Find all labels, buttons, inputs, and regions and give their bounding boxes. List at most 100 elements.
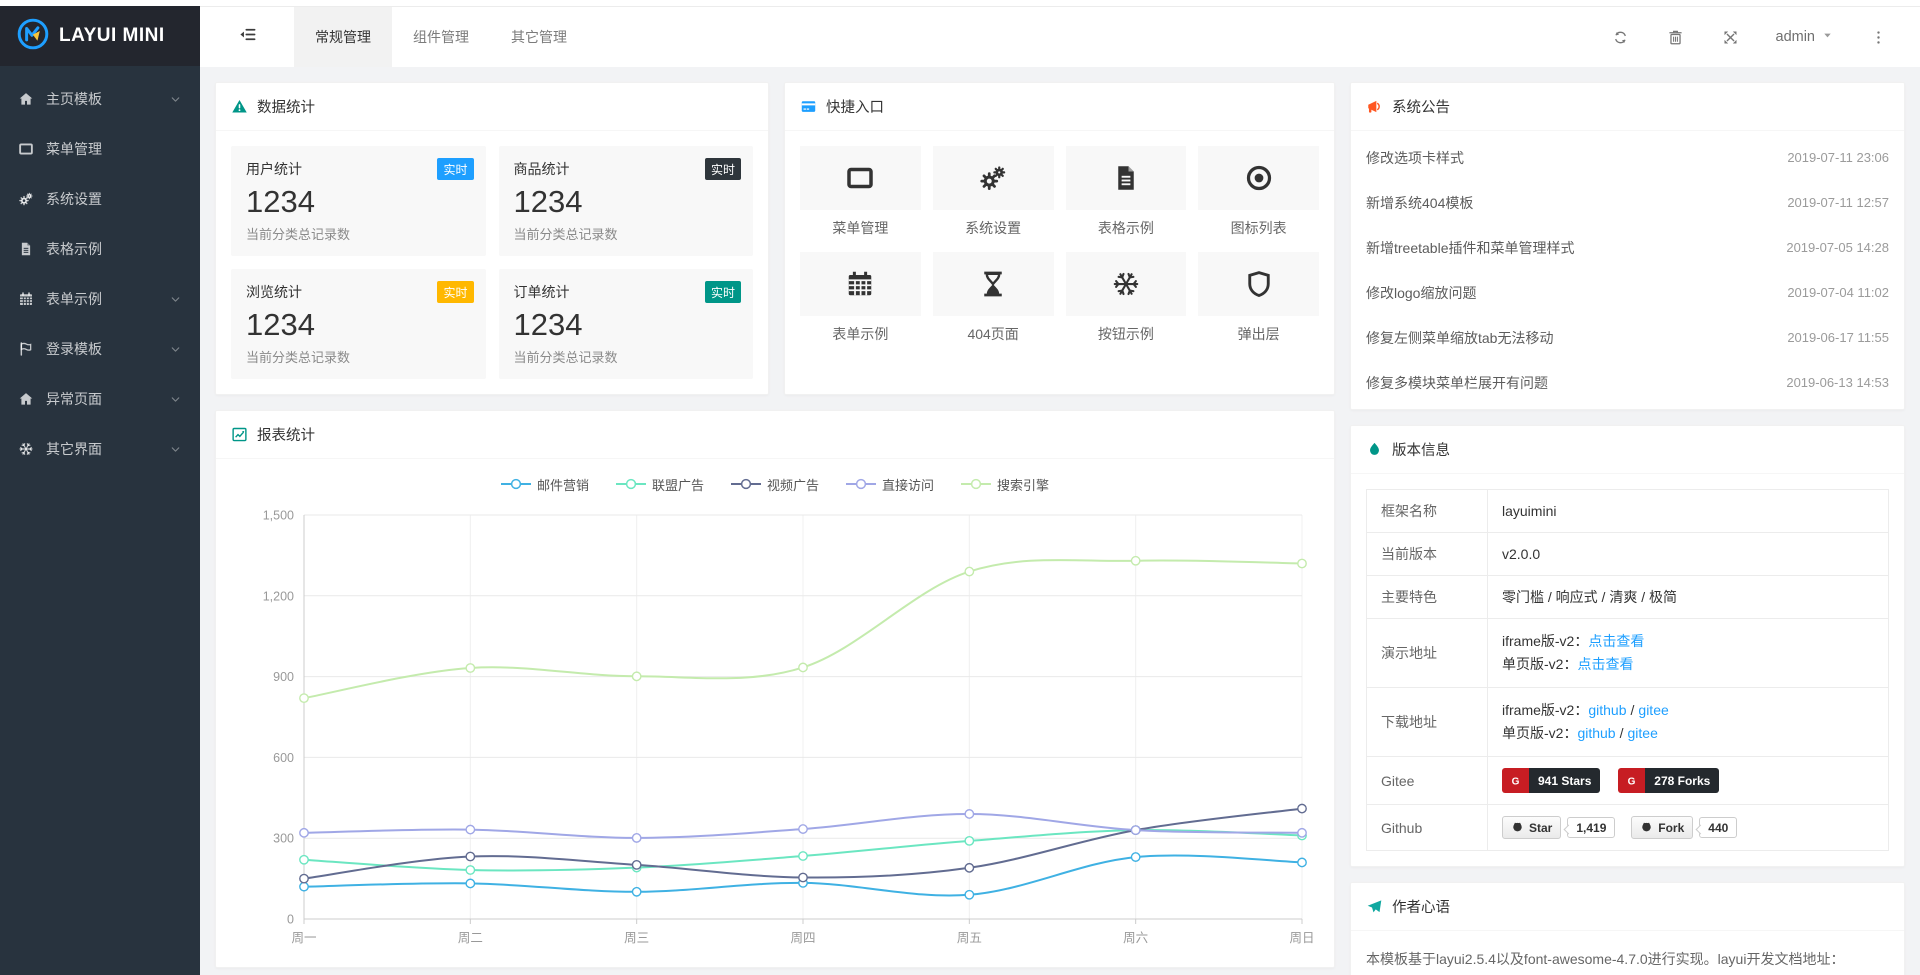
legend-marker-icon — [731, 477, 761, 491]
notice-item[interactable]: 修复左侧菜单缩放tab无法移动2019-06-17 11:55 — [1351, 315, 1904, 360]
flag-icon — [18, 341, 35, 358]
gitee-stars-badge[interactable]: G941 Stars — [1502, 768, 1600, 793]
demo-spa-link[interactable]: 点击查看 — [1577, 656, 1633, 672]
quick-entry[interactable]: 表格示例 — [1066, 146, 1187, 238]
layui-logo-icon — [16, 17, 50, 56]
sidebar-item[interactable]: 登录模板 — [0, 324, 200, 374]
notice-text: 修复左侧菜单缩放tab无法移动 — [1366, 328, 1553, 348]
download-gitee-link[interactable]: gitee — [1638, 702, 1668, 718]
svg-text:周一: 周一 — [291, 931, 316, 945]
version-table-wrap: 框架名称 layuimini 当前版本 v2.0.0 主要特色 零门槛 / 响应… — [1351, 474, 1904, 866]
paper-plane-icon — [1366, 898, 1383, 915]
sidebar-item[interactable]: 异常页面 — [0, 374, 200, 424]
shield-icon — [1198, 252, 1319, 316]
tab[interactable]: 组件管理 — [392, 7, 490, 67]
features: 零门槛 / 响应式 / 清爽 / 极简 — [1488, 576, 1889, 619]
quick-entry-panel: 快捷入口 菜单管理系统设置表格示例图标列表表单示例404页面按钮示例弹出层 — [784, 82, 1335, 395]
refresh-icon[interactable] — [1593, 29, 1648, 46]
quick-entry[interactable]: 404页面 — [933, 252, 1054, 344]
caret-down-icon — [1822, 29, 1833, 45]
chart-legend: 邮件营销 联盟广告 视频广告 直接访问 搜索引擎 — [216, 473, 1334, 495]
flame-icon — [1366, 441, 1383, 458]
more-kebab-icon[interactable] — [1851, 29, 1906, 46]
dot-circle-icon — [1198, 146, 1319, 210]
stat-card: 用户统计实时1234当前分类总记录数 — [231, 146, 486, 256]
svg-text:G: G — [1628, 776, 1636, 787]
download-github-link[interactable]: github — [1588, 702, 1626, 718]
notice-panel: 系统公告 修改选项卡样式2019-07-11 23:06新增系统404模板201… — [1350, 82, 1905, 410]
gitee-forks-badge[interactable]: G278 Forks — [1618, 768, 1719, 793]
panel-title: 作者心语 — [1392, 896, 1450, 917]
notice-item[interactable]: 新增treetable插件和菜单管理样式2019-07-05 14:28 — [1351, 225, 1904, 270]
notice-item[interactable]: 修改logo缩放问题2019-07-04 11:02 — [1351, 270, 1904, 315]
row-label: 框架名称 — [1367, 490, 1488, 533]
legend-marker-icon — [616, 477, 646, 491]
version-panel-header: 版本信息 — [1351, 426, 1904, 474]
realtime-badge: 实时 — [705, 158, 741, 180]
table-row: Gitee G941 Stars G278 Forks — [1367, 757, 1889, 805]
github-octocat-icon — [1511, 820, 1524, 836]
stat-desc: 当前分类总记录数 — [514, 224, 739, 243]
notice-panel-header: 系统公告 — [1351, 83, 1904, 131]
sidebar-item[interactable]: 系统设置 — [0, 174, 200, 224]
stat-value: 1234 — [514, 184, 739, 220]
framework-name: layuimini — [1488, 490, 1889, 533]
legend-item[interactable]: 联盟广告 — [616, 475, 704, 494]
main-area: 常规管理组件管理其它管理 admin 数据统计 — [200, 6, 1920, 975]
gears-icon — [933, 146, 1054, 210]
sidebar-item[interactable]: 表单示例 — [0, 274, 200, 324]
quick-entry[interactable]: 菜单管理 — [800, 146, 921, 238]
quick-entry[interactable]: 表单示例 — [800, 252, 921, 344]
legend-item[interactable]: 直接访问 — [846, 475, 934, 494]
sidebar-item[interactable]: 菜单管理 — [0, 124, 200, 174]
sidebar-item-label: 主页模板 — [46, 89, 102, 109]
sidebar-item[interactable]: 表格示例 — [0, 224, 200, 274]
realtime-badge: 实时 — [437, 281, 473, 303]
author-text: 本模板基于layui2.5.4以及font-awesome-4.7.0进行实现。… — [1351, 931, 1904, 975]
tab[interactable]: 其它管理 — [490, 7, 588, 67]
github-star-button[interactable]: Star1,419 — [1502, 816, 1615, 839]
notice-item[interactable]: 修复多模块菜单栏展开有问题2019-06-13 14:53 — [1351, 360, 1904, 405]
quick-entry-label: 系统设置 — [933, 218, 1054, 238]
fullscreen-expand-icon[interactable] — [1703, 29, 1758, 46]
tab[interactable]: 常规管理 — [294, 7, 392, 67]
clear-cache-trash-icon[interactable] — [1648, 29, 1703, 46]
logo: LAYUI MINI — [0, 6, 200, 66]
legend-item[interactable]: 搜索引擎 — [961, 475, 1049, 494]
stat-value: 1234 — [246, 307, 471, 343]
quick-entry[interactable]: 弹出层 — [1198, 252, 1319, 344]
github-fork-button[interactable]: Fork440 — [1631, 816, 1737, 839]
panel-title: 报表统计 — [257, 424, 315, 445]
download-github-link[interactable]: github — [1577, 725, 1615, 741]
sidebar: LAYUI MINI 主页模板菜单管理系统设置表格示例表单示例登录模板异常页面其… — [0, 6, 200, 975]
sidebar-item[interactable]: 主页模板 — [0, 74, 200, 124]
stat-desc: 当前分类总记录数 — [514, 347, 739, 366]
username: admin — [1776, 29, 1816, 45]
stat-desc: 当前分类总记录数 — [246, 224, 471, 243]
user-dropdown[interactable]: admin — [1758, 29, 1852, 45]
demo-iframe-link[interactable]: 点击查看 — [1588, 633, 1644, 649]
snowflake-icon — [1066, 252, 1187, 316]
svg-text:900: 900 — [273, 670, 294, 684]
quick-entry[interactable]: 系统设置 — [933, 146, 1054, 238]
indent-icon — [238, 25, 257, 49]
stats-cards: 用户统计实时1234当前分类总记录数商品统计实时1234当前分类总记录数浏览统计… — [216, 131, 768, 394]
notice-item[interactable]: 新增系统404模板2019-07-11 12:57 — [1351, 180, 1904, 225]
stat-value: 1234 — [514, 307, 739, 343]
content: 数据统计 用户统计实时1234当前分类总记录数商品统计实时1234当前分类总记录… — [200, 67, 1920, 975]
author-panel: 作者心语 本模板基于layui2.5.4以及font-awesome-4.7.0… — [1350, 882, 1905, 975]
collapse-sidebar-button[interactable] — [200, 7, 294, 67]
window-icon — [18, 141, 35, 158]
row-label: Gitee — [1367, 757, 1488, 805]
notice-item[interactable]: 修改选项卡样式2019-07-11 23:06 — [1351, 135, 1904, 180]
download-gitee-link[interactable]: gitee — [1628, 725, 1658, 741]
hourglass-icon — [933, 252, 1054, 316]
quick-entry[interactable]: 按钮示例 — [1066, 252, 1187, 344]
topbar: 常规管理组件管理其它管理 admin — [200, 6, 1920, 67]
legend-item[interactable]: 视频广告 — [731, 475, 819, 494]
line-chart: 03006009001,2001,500周一周二周三周四周五周六周日 — [226, 499, 1324, 959]
sidebar-item[interactable]: 其它界面 — [0, 424, 200, 474]
report-panel: 报表统计 邮件营销 联盟广告 视频广告 直接访问 搜索引擎 03006009001,20… — [215, 410, 1335, 968]
quick-entry[interactable]: 图标列表 — [1198, 146, 1319, 238]
legend-item[interactable]: 邮件营销 — [501, 475, 589, 494]
